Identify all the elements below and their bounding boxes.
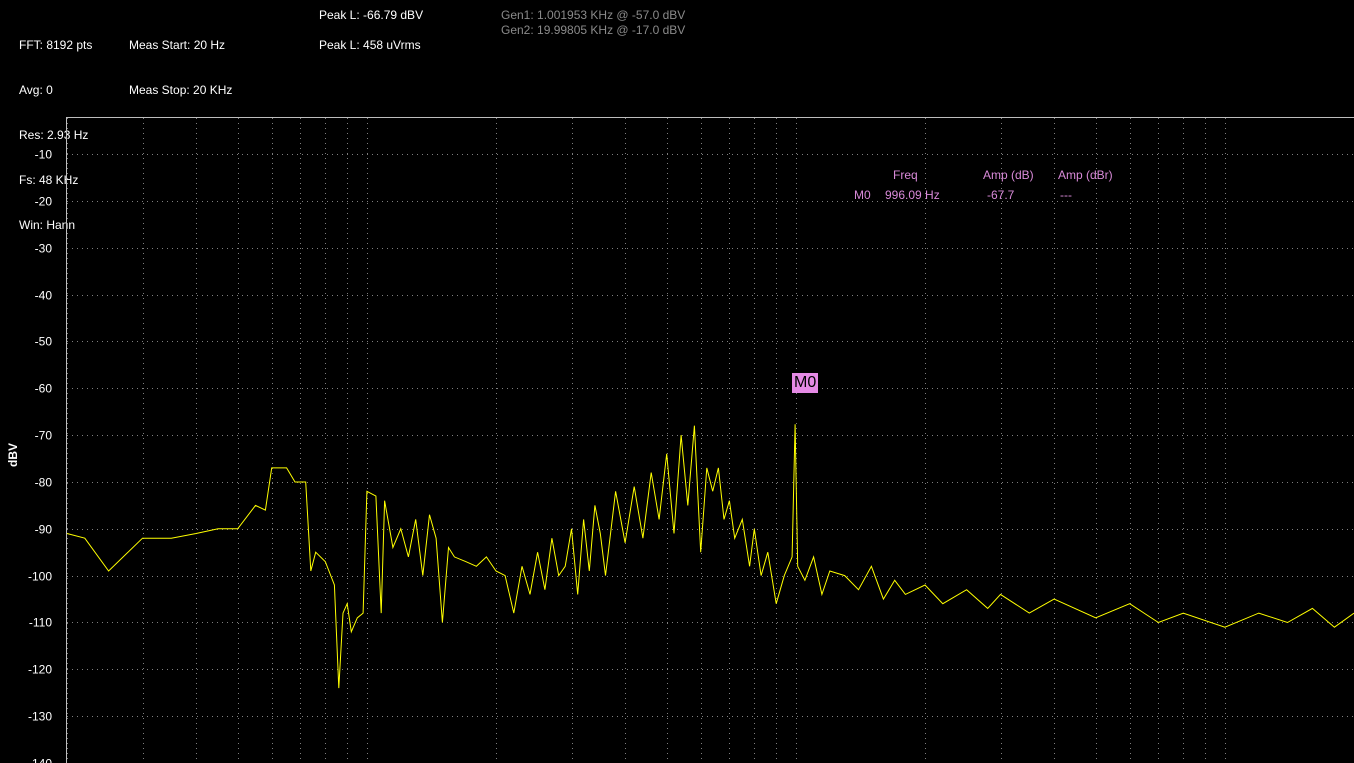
y-tick-label: -90 [35, 523, 53, 537]
marker-row-freq: 996.09 Hz [885, 188, 940, 202]
spectrum-plot: -10 -20 -30 -40 -50 -60 -70 -80 -90 -100 -110 -120 -… [6, 117, 1354, 763]
y-tick-label: -80 [35, 476, 53, 490]
y-tick-label: -140 [28, 757, 52, 763]
y-tick-label: -130 [28, 710, 52, 724]
marker-m0-badge[interactable]: M0 [792, 373, 819, 393]
marker-row-id: M0 [854, 188, 871, 202]
y-tick-label: -100 [28, 570, 52, 584]
marker-table: Freq Amp (dB) Amp (dBr) M0 996.09 Hz -67… [850, 168, 1150, 208]
marker-col-amp-db: Amp (dB) [983, 168, 1034, 182]
y-tick-label: -40 [35, 289, 53, 303]
marker-col-freq: Freq [893, 168, 918, 182]
y-tick-label: -120 [28, 663, 52, 677]
y-tick-label: -60 [35, 382, 53, 396]
marker-row-amp-db: -67.7 [987, 188, 1015, 202]
y-tick-label: -50 [35, 335, 53, 349]
y-axis-ticks: -10 -20 -30 -40 -50 -60 -70 -80 -90 -100 -110 -120 -… [28, 148, 52, 763]
y-tick-label: -110 [29, 616, 52, 630]
plot-frame [66, 117, 1354, 763]
y-tick-label: -70 [35, 429, 53, 443]
y-tick-label: -20 [35, 195, 53, 209]
y-axis-label: dBV [6, 443, 20, 467]
y-tick-label: -30 [35, 242, 53, 256]
y-tick-label: -10 [35, 148, 53, 162]
spectrum-trace [66, 424, 1354, 689]
marker-row-amp-dbr: --- [1060, 188, 1072, 202]
plot-grid [67, 118, 1354, 763]
marker-col-amp-dbr: Amp (dBr) [1058, 168, 1113, 182]
